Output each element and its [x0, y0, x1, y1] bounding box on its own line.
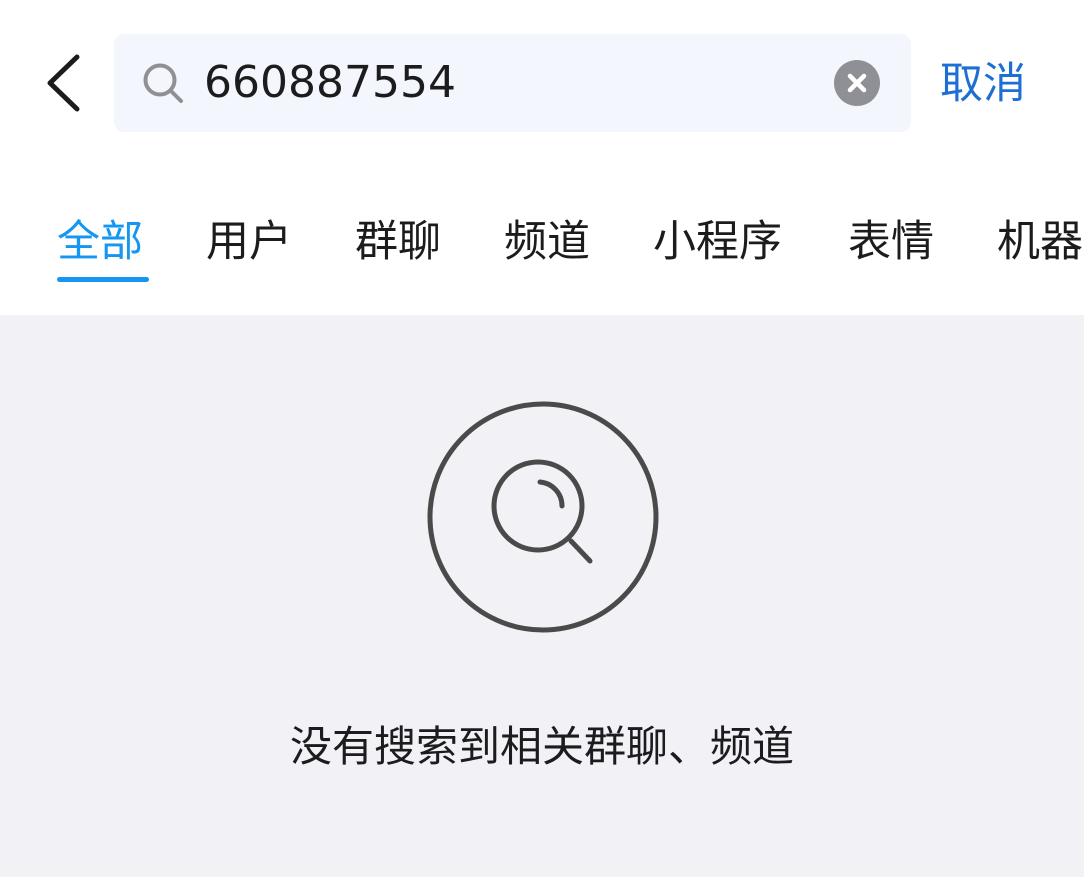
active-tab-indicator — [57, 277, 149, 282]
tab-channels[interactable]: 频道 — [504, 212, 590, 272]
search-icon — [143, 63, 183, 103]
search-header: 取消 — [0, 0, 1084, 160]
empty-results-area: 没有搜索到相关群聊、频道 — [0, 315, 1084, 877]
tab-group-chats[interactable]: 群聊 — [355, 212, 441, 272]
result-tabs: 全部 用户 群聊 频道 小程序 表情 机器 — [0, 160, 1084, 315]
tab-all[interactable]: 全部 — [57, 212, 143, 272]
tab-bots[interactable]: 机器 — [997, 212, 1083, 272]
search-input[interactable] — [204, 51, 804, 115]
tab-mini-programs[interactable]: 小程序 — [653, 212, 782, 272]
tab-users[interactable]: 用户 — [206, 212, 292, 272]
search-box[interactable] — [114, 34, 911, 132]
empty-search-icon — [427, 401, 659, 633]
clear-button[interactable] — [834, 60, 880, 106]
clear-icon — [847, 73, 867, 93]
chevron-left-icon — [47, 54, 80, 112]
empty-state-message: 没有搜索到相关群聊、频道 — [289, 722, 794, 771]
tab-stickers[interactable]: 表情 — [848, 212, 934, 272]
search-page: 取消 全部 用户 群聊 频道 小程序 表情 机器 没有搜索到相关群聊、频道 — [0, 0, 1084, 877]
cancel-button[interactable]: 取消 — [940, 52, 1026, 116]
back-button[interactable] — [30, 45, 100, 125]
